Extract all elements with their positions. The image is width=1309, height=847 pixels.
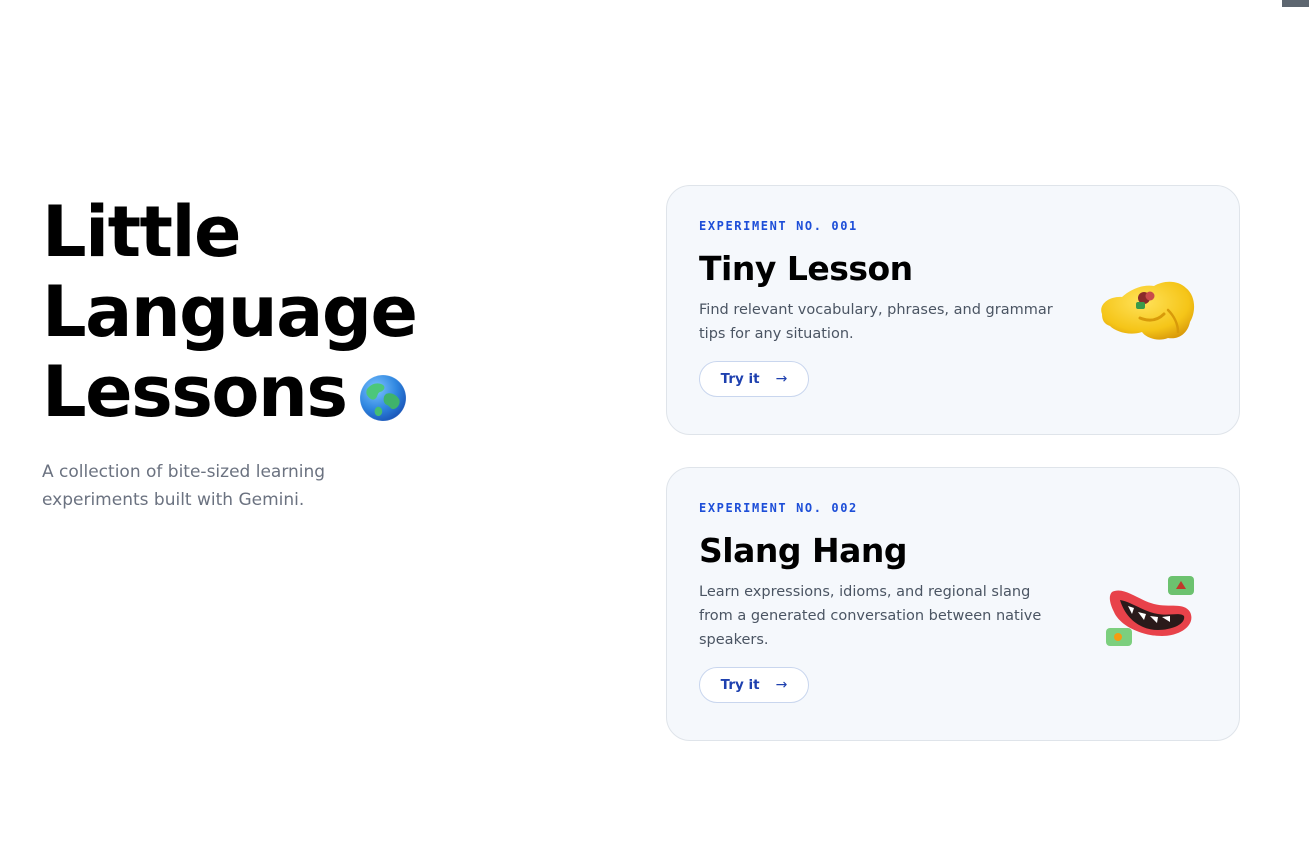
experiment-card-slang-hang: EXPERIMENT NO. 002 Slang Hang Learn expr… [666, 467, 1240, 741]
grinning-mouth-icon [1106, 576, 1194, 646]
card-title: Tiny Lesson [699, 249, 913, 288]
title-line-3-text: Lessons [42, 351, 348, 433]
hero-subtitle: A collection of bite-sized learning expe… [42, 462, 326, 510]
page-title: Little Language Lessons [42, 192, 502, 432]
experiment-tag: EXPERIMENT NO. 002 [699, 501, 858, 515]
title-line-2: Language [42, 271, 418, 353]
card-description: Learn expressions, idioms, and regional … [699, 584, 1042, 648]
card-description: Find relevant vocabulary, phrases, and g… [699, 302, 1053, 342]
arrow-right-icon: → [775, 371, 788, 387]
try-it-button[interactable]: Try it → [699, 667, 809, 703]
hero-section: Little Language Lessons A collection of … [42, 192, 502, 514]
globe-icon [359, 374, 406, 422]
experiment-tag: EXPERIMENT NO. 001 [699, 219, 858, 233]
arrow-right-icon: → [775, 677, 788, 693]
experiment-card-tiny-lesson: EXPERIMENT NO. 001 Tiny Lesson Find rele… [666, 185, 1240, 435]
scrollbar-corner[interactable] [1282, 0, 1309, 7]
card-title: Slang Hang [699, 531, 907, 570]
pinching-hand-icon [1101, 281, 1195, 340]
title-line-3: Lessons [42, 352, 502, 432]
title-line-1: Little [42, 191, 242, 273]
card-content: EXPERIMENT NO. 002 Slang Hang Learn expr… [699, 500, 1059, 703]
try-it-button[interactable]: Try it → [699, 361, 809, 397]
try-it-label: Try it [720, 371, 760, 387]
card-content: EXPERIMENT NO. 001 Tiny Lesson Find rele… [699, 218, 1059, 397]
try-it-label: Try it [720, 677, 760, 693]
